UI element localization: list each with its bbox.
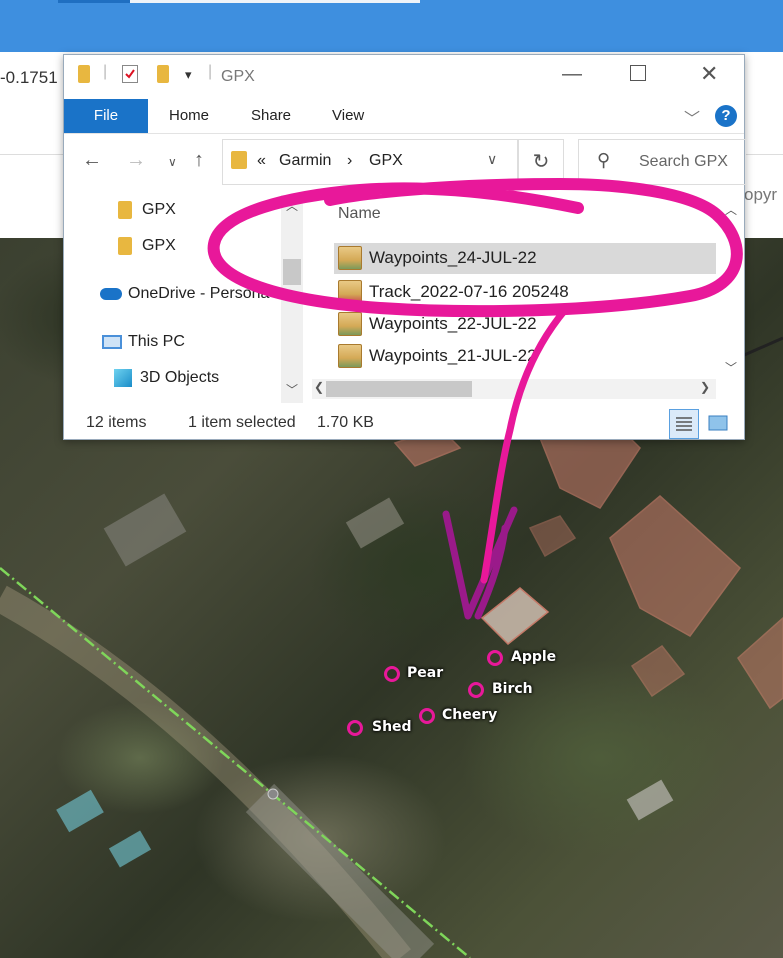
annotation-overlay xyxy=(207,177,743,584)
